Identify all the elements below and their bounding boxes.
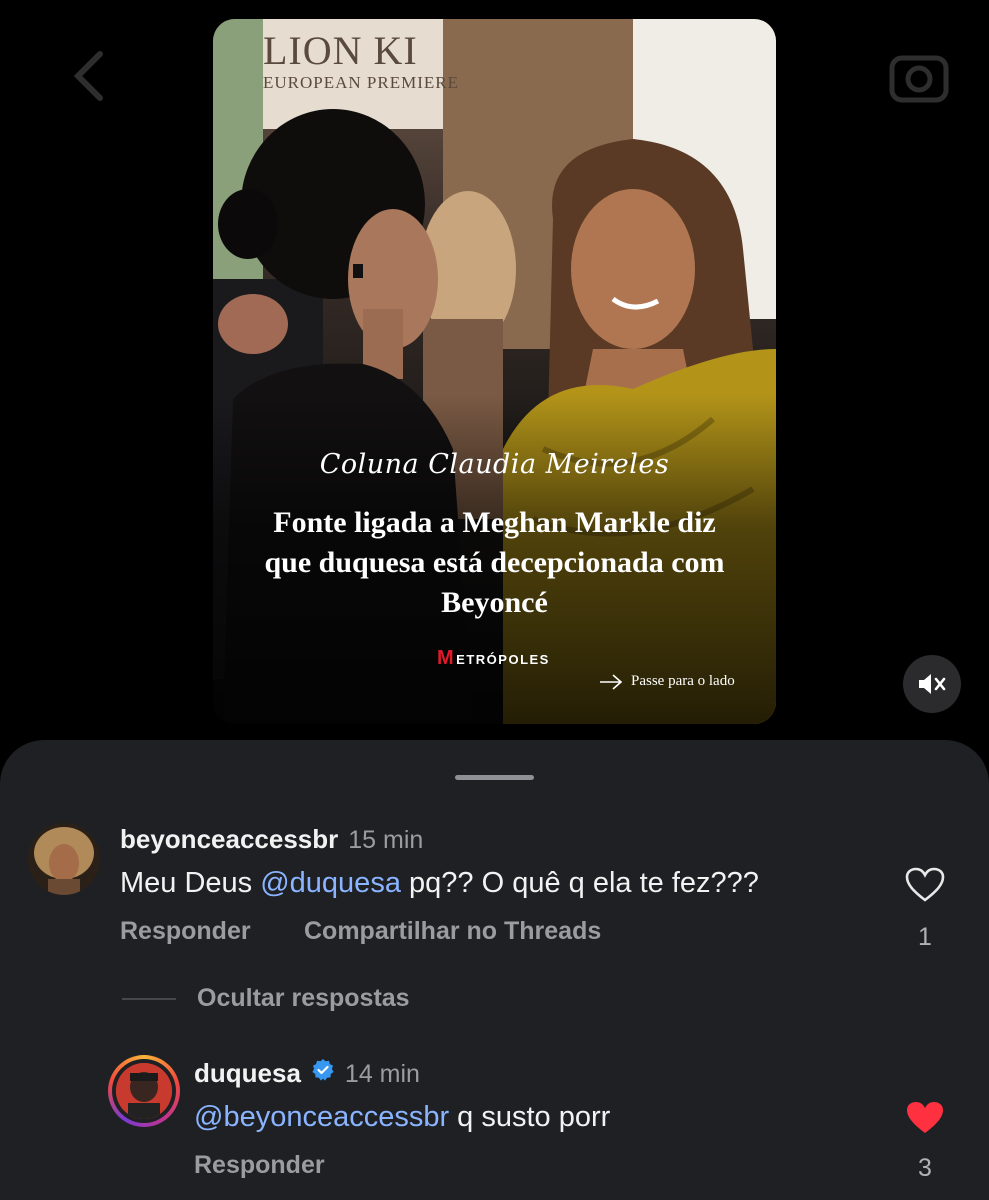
reply-text: @beyonceaccessbr q susto porr	[194, 1101, 610, 1134]
reel-viewer: LION KI EUROPEAN PREMIERE Coluna Claudia…	[0, 0, 989, 1200]
comment-time: 15 min	[348, 826, 424, 854]
mention-link[interactable]: @duquesa	[260, 867, 401, 899]
reply-button[interactable]: Responder	[120, 917, 251, 946]
speaker-muted-icon	[919, 674, 946, 694]
drag-handle[interactable]	[455, 775, 534, 780]
camera-icon[interactable]	[889, 48, 949, 109]
reply-username[interactable]: duquesa	[194, 1058, 301, 1089]
premiere-backdrop-text: LION KI EUROPEAN PREMIERE	[263, 31, 459, 93]
like-count: 3	[918, 1154, 932, 1182]
avatar	[112, 1059, 176, 1123]
mention-link[interactable]: @beyonceaccessbr	[194, 1101, 449, 1133]
metropoles-logo: M ETRÓPOLES	[437, 647, 550, 669]
premiere-subtitle: EUROPEAN PREMIERE	[263, 73, 459, 92]
heart-filled-icon[interactable]	[905, 1100, 945, 1141]
hide-replies-button[interactable]: Ocultar respostas	[197, 984, 410, 1013]
back-arrow-icon[interactable]	[70, 48, 110, 109]
premiere-title: LION KI	[263, 28, 418, 73]
comment-username[interactable]: beyonceaccessbr	[120, 824, 338, 855]
reply-header: duquesa 14 min	[194, 1058, 420, 1089]
column-title: Coluna Claudia Meireles	[319, 449, 670, 480]
comment-header: beyonceaccessbr 15 min	[120, 824, 423, 855]
post-headline: Fonte ligada a Meghan Markle diz que duq…	[264, 506, 725, 619]
comment-text-suffix: pq?? O quê q ela te fez???	[400, 867, 759, 899]
replies-divider	[122, 998, 176, 1000]
reply-button[interactable]: Responder	[194, 1151, 325, 1180]
story-ring[interactable]	[108, 1055, 180, 1127]
mute-button[interactable]	[903, 655, 961, 713]
reply-text-suffix: q susto porr	[449, 1101, 611, 1133]
share-threads-button[interactable]: Compartilhar no Threads	[304, 917, 601, 946]
heart-outline-icon[interactable]	[905, 867, 945, 908]
arrow-right-icon	[600, 673, 623, 690]
post-media-card[interactable]: LION KI EUROPEAN PREMIERE Coluna Claudia…	[213, 19, 776, 724]
comment-text: Meu Deus @duquesa pq?? O quê q ela te fe…	[120, 867, 759, 900]
like-count: 1	[918, 923, 932, 951]
swipe-hint: Passe para o lado	[599, 673, 735, 690]
comment-text-prefix: Meu Deus	[120, 867, 261, 899]
avatar[interactable]	[28, 823, 100, 895]
reply-time: 14 min	[344, 1060, 420, 1088]
brand-name: ETRÓPOLES	[456, 652, 550, 667]
comments-sheet: beyonceaccessbr 15 min Meu Deus @duquesa…	[0, 740, 989, 1200]
verified-badge-icon	[312, 1059, 334, 1081]
brand-initial: M	[437, 647, 456, 669]
swipe-label: Passe para o lado	[631, 673, 735, 689]
